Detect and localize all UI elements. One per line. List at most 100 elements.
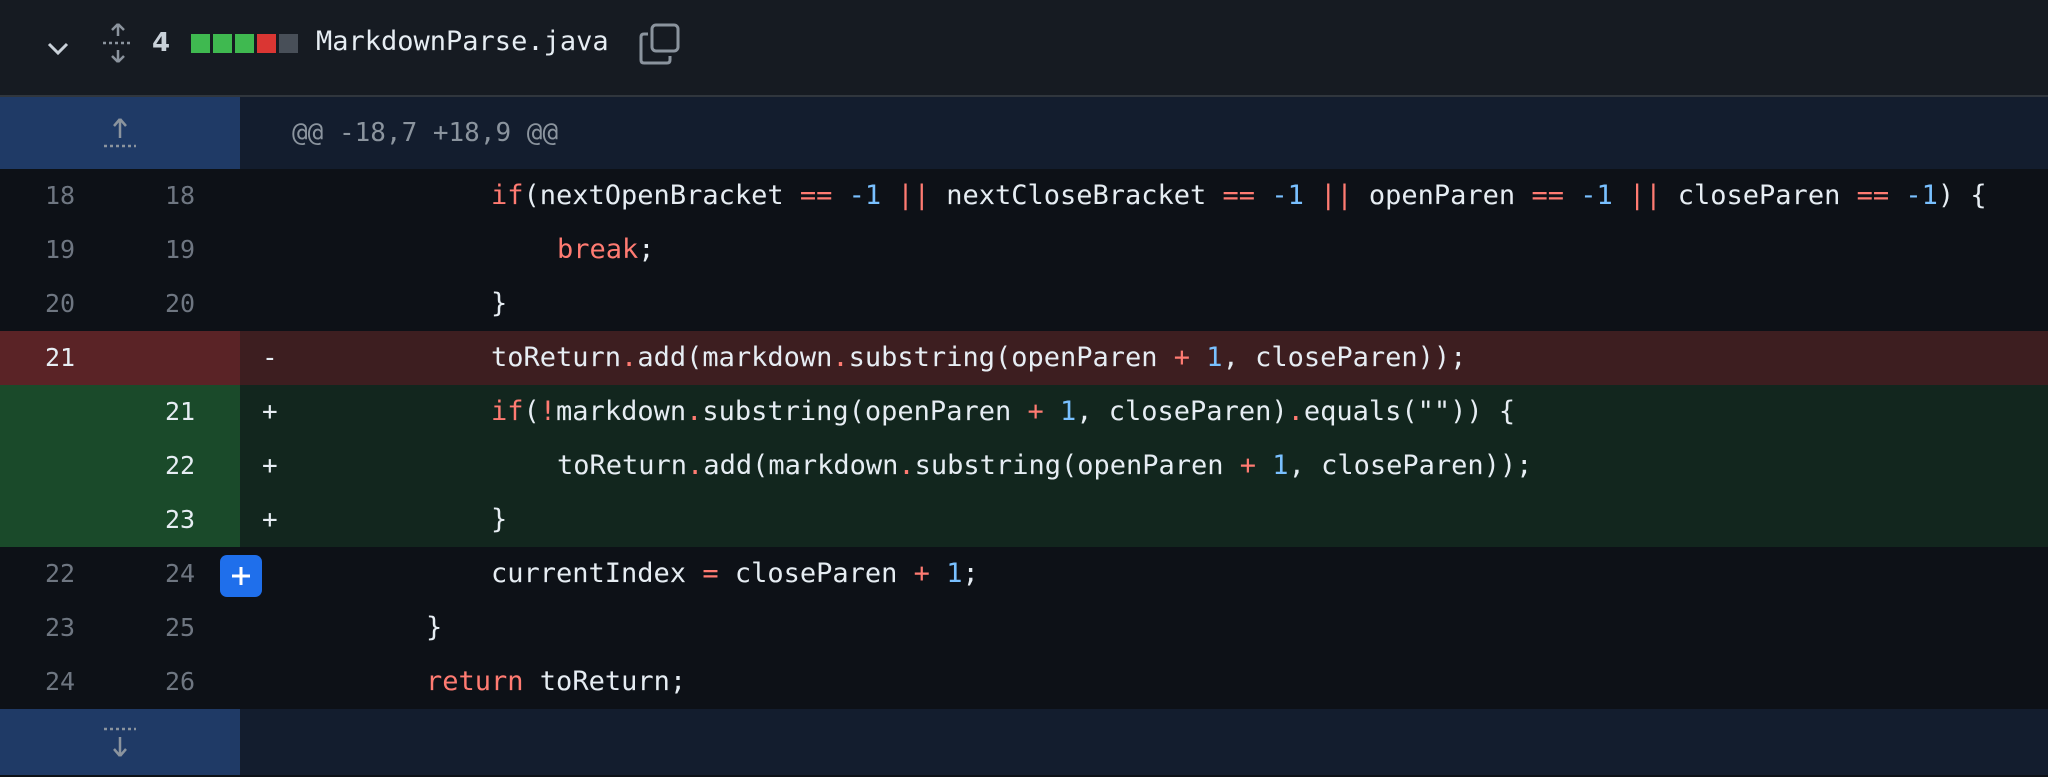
code-line: currentIndex = closeParen + 1; <box>296 547 2048 601</box>
diff-marker <box>240 601 296 655</box>
code-token: ( <box>523 396 540 427</box>
code-token: || <box>1320 180 1353 211</box>
code-token: substring(openParen <box>702 396 1028 427</box>
file-header: 4 MarkdownParse.java <box>0 0 2048 97</box>
old-line-number[interactable] <box>0 385 120 439</box>
code-token: . <box>687 450 704 481</box>
code-token: + <box>1173 342 1191 373</box>
expand-down-button[interactable] <box>0 709 240 775</box>
code-token: equals("")) { <box>1303 396 1516 427</box>
diff-line: 18 18 if(nextOpenBracket == -1 || nextCl… <box>0 169 2048 223</box>
code-line: if(!markdown.substring(openParen + 1, cl… <box>296 385 2048 439</box>
diff-marker <box>240 169 296 223</box>
diffstat-block <box>213 34 232 53</box>
code-token: -1 <box>1905 180 1938 211</box>
line-gutter: 21 <box>0 331 240 385</box>
code-token: nextCloseBracket <box>929 180 1223 211</box>
diffstat-block <box>191 34 210 53</box>
line-gutter: 18 18 <box>0 169 240 223</box>
code-token: 1 <box>1272 450 1289 481</box>
code-token: == <box>1531 180 1564 211</box>
added-line: 21 + if(!markdown.substring(openParen + … <box>0 385 2048 439</box>
diff-line: 20 20 } <box>0 277 2048 331</box>
old-line-number[interactable] <box>0 493 120 547</box>
new-line-number[interactable]: 25 <box>120 601 240 655</box>
code-line: } <box>296 493 2048 547</box>
code-token: } <box>426 612 443 643</box>
new-line-number[interactable] <box>120 331 240 385</box>
code-token: toReturn; <box>523 666 687 697</box>
new-line-number[interactable]: 19 <box>120 223 240 277</box>
code-token: + <box>913 558 930 589</box>
new-line-number[interactable]: 22 <box>120 439 240 493</box>
new-line-number[interactable]: 21 <box>120 385 240 439</box>
code-token: currentIndex <box>491 558 703 589</box>
diff-marker: + <box>262 451 278 481</box>
code-token: -1 <box>1580 180 1613 211</box>
expand-up-icon <box>104 118 136 148</box>
code-token: toReturn <box>491 342 622 373</box>
code-token: || <box>1629 180 1662 211</box>
new-line-number[interactable]: 23 <box>120 493 240 547</box>
code-token: ! <box>539 396 557 427</box>
code-token: == <box>1856 180 1890 211</box>
expand-all-icon[interactable] <box>100 22 136 64</box>
new-line-number[interactable]: 20 <box>120 277 240 331</box>
add-comment-button[interactable] <box>220 555 262 597</box>
code-token: return <box>426 666 524 697</box>
old-line-number[interactable]: 24 <box>0 655 120 709</box>
code-token: if <box>491 180 524 211</box>
diff-marker: + <box>262 397 278 427</box>
old-line-number[interactable]: 20 <box>0 277 120 331</box>
diff-marker: - <box>262 343 278 373</box>
old-line-number[interactable] <box>0 439 120 493</box>
old-line-number[interactable]: 22 <box>0 547 120 601</box>
new-line-number[interactable]: 18 <box>120 169 240 223</box>
code-token: , closeParen) <box>1076 396 1288 427</box>
line-gutter: 20 20 <box>0 277 240 331</box>
code-line: } <box>296 277 2048 331</box>
diff-marker: + <box>262 505 278 535</box>
diffstat <box>191 34 298 53</box>
code-token: ) { <box>1937 180 1987 211</box>
diff-line: 22 24 currentIndex = closeParen + 1; <box>0 547 2048 601</box>
code-token: ; <box>638 234 655 265</box>
code-token: + <box>1239 450 1257 481</box>
code-token: 1 <box>1206 342 1223 373</box>
diff-marker <box>240 223 296 277</box>
new-line-number[interactable]: 26 <box>120 655 240 709</box>
old-line-number[interactable]: 18 <box>0 169 120 223</box>
code-token: = <box>702 558 719 589</box>
code-line: } <box>296 601 2048 655</box>
diffstat-block <box>279 34 298 53</box>
old-line-number[interactable]: 23 <box>0 601 120 655</box>
code-token: substring(openParen <box>914 450 1240 481</box>
line-gutter: 23 25 <box>0 601 240 655</box>
expand-up-button[interactable] <box>0 97 240 169</box>
old-line-number[interactable]: 19 <box>0 223 120 277</box>
line-gutter: 22 <box>0 439 240 493</box>
chevron-down-icon[interactable] <box>44 34 72 62</box>
copy-icon[interactable] <box>638 22 682 66</box>
code-token: substring(openParen <box>848 342 1174 373</box>
code-token: closeParen <box>1661 180 1857 211</box>
plus-icon <box>232 567 250 585</box>
old-line-number[interactable]: 21 <box>0 331 120 385</box>
hunk-footer <box>0 709 2048 775</box>
file-name[interactable]: MarkdownParse.java <box>316 26 609 57</box>
diffstat-block <box>235 34 254 53</box>
diff-line: 19 19 break; <box>0 223 2048 277</box>
code-token: + <box>1027 396 1044 427</box>
code-line: toReturn.add(markdown.substring(openPare… <box>296 439 2048 493</box>
diffstat-block <box>257 34 276 53</box>
code-line: if(nextOpenBracket == -1 || nextCloseBra… <box>296 169 2048 223</box>
code-line: break; <box>296 223 2048 277</box>
